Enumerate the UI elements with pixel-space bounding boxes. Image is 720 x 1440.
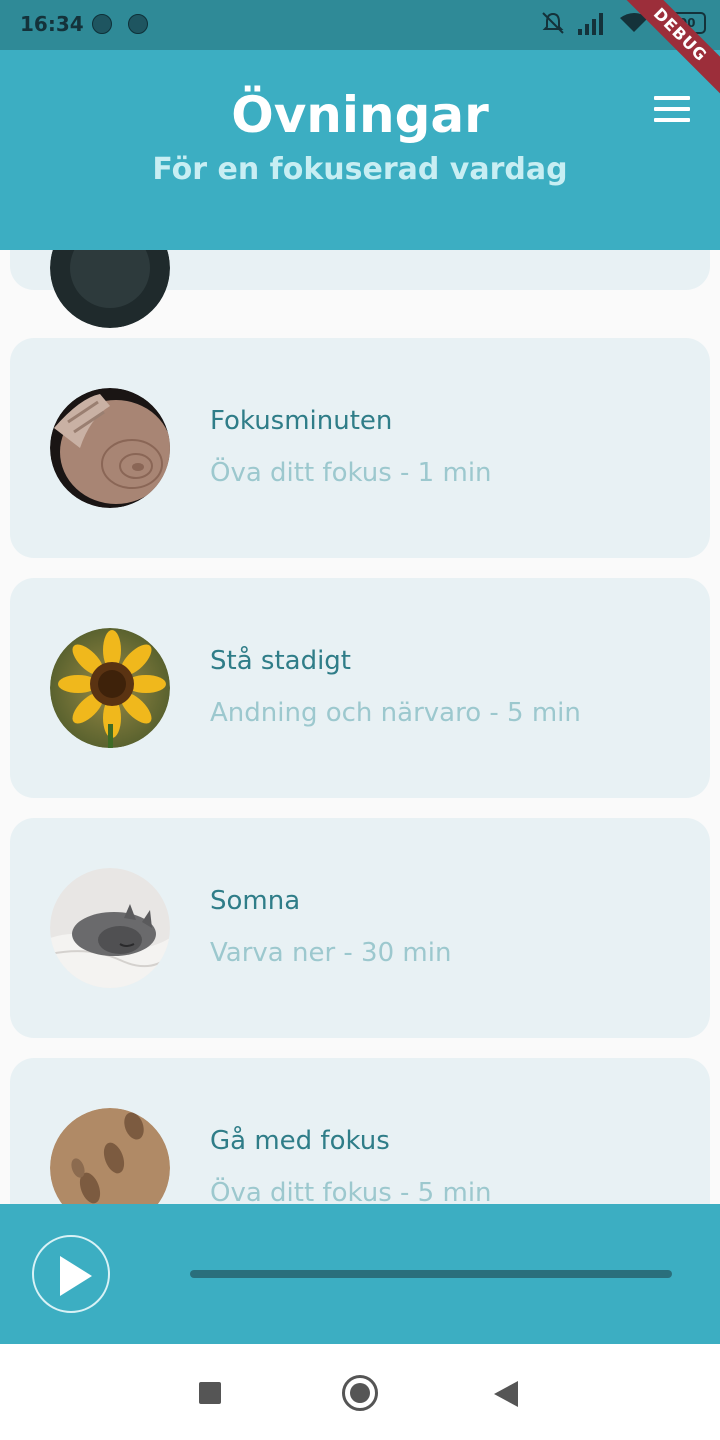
exercise-list[interactable]: Fokusminuten Öva ditt fokus - 1 min Stå … — [0, 250, 720, 1204]
exercise-subtitle: Öva ditt fokus - 5 min — [210, 1178, 492, 1204]
recent-apps-button[interactable] — [199, 1382, 221, 1404]
exercise-subtitle: Varva ner - 30 min — [210, 938, 452, 968]
app-bar: Övningar För en fokuserad vardag — [0, 50, 720, 250]
exercise-title: Stå stadigt — [210, 646, 351, 676]
exercise-subtitle: Andning och närvaro - 5 min — [210, 698, 581, 728]
page-title: Övningar — [231, 86, 489, 144]
hamburger-menu-icon[interactable] — [654, 96, 690, 122]
status-bar: 16:34 100 — [0, 0, 720, 50]
play-button[interactable] — [32, 1235, 110, 1313]
sleeping-cat-icon — [50, 868, 170, 988]
exercise-subtitle: Öva ditt fokus - 1 min — [210, 458, 492, 488]
audio-player — [0, 1204, 720, 1344]
notification-dot-icon — [128, 14, 148, 34]
exercise-title: Somna — [210, 886, 301, 916]
exercise-card[interactable]: Somna Varva ner - 30 min — [10, 818, 710, 1038]
play-icon — [60, 1256, 92, 1296]
page-subtitle: För en fokuserad vardag — [152, 152, 568, 187]
exercise-card[interactable]: Gå med fokus Öva ditt fokus - 5 min — [10, 1058, 710, 1204]
back-button[interactable] — [494, 1381, 518, 1407]
pottery-wheel-icon — [50, 388, 170, 508]
status-time: 16:34 — [20, 12, 84, 36]
mute-icon — [540, 10, 566, 36]
exercise-card[interactable]: Stå stadigt Andning och närvaro - 5 min — [10, 578, 710, 798]
signal-icon — [578, 11, 608, 35]
exercise-card-partial[interactable] — [10, 250, 710, 328]
progress-slider[interactable] — [190, 1270, 672, 1278]
exercise-thumbnail-icon — [50, 250, 170, 328]
exercise-title: Gå med fokus — [210, 1126, 390, 1156]
home-button[interactable] — [342, 1375, 378, 1411]
sunflower-icon — [50, 628, 170, 748]
system-navigation-bar — [0, 1344, 720, 1440]
notification-dot-icon — [92, 14, 112, 34]
exercise-card[interactable]: Fokusminuten Öva ditt fokus - 1 min — [10, 338, 710, 558]
footprints-in-sand-icon — [50, 1108, 170, 1204]
exercise-title: Fokusminuten — [210, 406, 393, 436]
